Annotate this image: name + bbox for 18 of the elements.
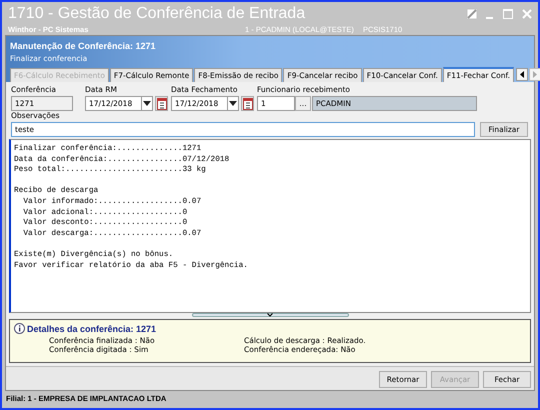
scroll-left-icon[interactable] <box>516 68 528 81</box>
caret-icon <box>229 101 237 106</box>
window-title: 1710 - Gestão de Conferência de Entrada <box>8 4 306 23</box>
splitter-handle[interactable] <box>192 313 348 317</box>
calendar-icon <box>156 97 166 110</box>
maximize-icon[interactable] <box>503 9 513 19</box>
calendar-button[interactable] <box>241 96 254 111</box>
details-title: Detalhes da conferência: 1271 <box>27 324 156 334</box>
header-title: Manutenção de Conferência: 1271 <box>10 41 157 51</box>
close-icon[interactable] <box>522 9 532 19</box>
calendar-icon <box>242 97 252 110</box>
info-icon <box>14 323 25 334</box>
restore-icon[interactable] <box>467 9 477 19</box>
calendar-button[interactable] <box>155 96 168 111</box>
caret-icon <box>143 101 151 106</box>
chevron-down-icon <box>267 313 273 317</box>
dropdown-button[interactable] <box>228 96 239 111</box>
dropdown-button[interactable] <box>142 96 153 111</box>
